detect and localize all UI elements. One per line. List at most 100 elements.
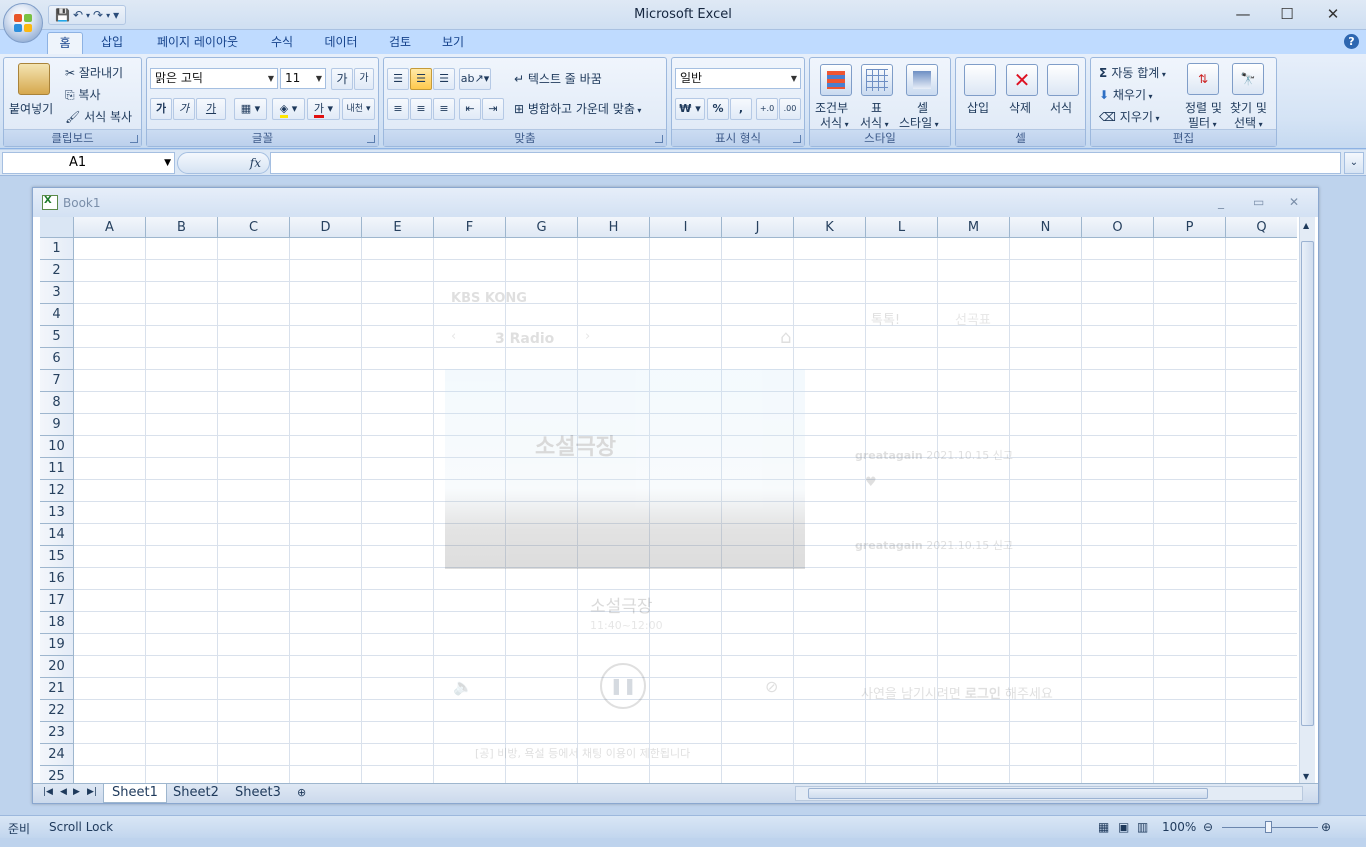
last-sheet-icon[interactable]: ▶|: [87, 787, 97, 797]
align-middle-button[interactable]: ☰: [410, 68, 432, 90]
tab-data[interactable]: 데이터: [316, 32, 366, 54]
scroll-down-icon[interactable]: ▼: [1303, 772, 1309, 781]
autosum-button[interactable]: Σ 자동 합계 ▾: [1099, 64, 1166, 81]
chevron-down-icon[interactable]: ▼: [164, 153, 171, 173]
column-header[interactable]: P: [1154, 217, 1226, 238]
vertical-scroll-thumb[interactable]: [1301, 241, 1314, 726]
row-header[interactable]: 9: [40, 414, 74, 436]
insert-sheet-icon[interactable]: ⊕: [289, 784, 314, 803]
number-format-select[interactable]: 일반 ▼: [675, 68, 801, 89]
paste-button[interactable]: 붙여넣기: [9, 100, 53, 117]
decrease-decimal-button[interactable]: .00: [779, 98, 801, 120]
paste-icon[interactable]: [18, 63, 50, 95]
column-header[interactable]: G: [506, 217, 578, 238]
row-header[interactable]: 15: [40, 546, 74, 568]
font-size-select[interactable]: 11 ▼: [280, 68, 326, 89]
scroll-up-icon[interactable]: ▲: [1303, 221, 1309, 230]
row-header[interactable]: 24: [40, 744, 74, 766]
zoom-slider-thumb[interactable]: [1265, 821, 1272, 833]
expand-formula-icon[interactable]: ⌄: [1344, 152, 1364, 174]
column-header[interactable]: H: [578, 217, 650, 238]
format-painter-button[interactable]: 🖌 서식 복사: [65, 108, 132, 125]
office-button[interactable]: [3, 3, 43, 43]
column-header[interactable]: F: [434, 217, 506, 238]
row-header[interactable]: 4: [40, 304, 74, 326]
sheet-tab-2[interactable]: Sheet2: [165, 784, 227, 803]
close-button[interactable]: ✕: [1310, 0, 1356, 28]
tab-home[interactable]: 홈: [47, 32, 83, 54]
alignment-launcher-icon[interactable]: [655, 135, 663, 143]
grow-font-button[interactable]: 가: [331, 68, 353, 90]
fill-color-button[interactable]: ◈ ▾: [272, 98, 305, 120]
column-header[interactable]: C: [218, 217, 290, 238]
column-header[interactable]: J: [722, 217, 794, 238]
workbook-minimize-button[interactable]: _: [1218, 195, 1224, 209]
column-header[interactable]: B: [146, 217, 218, 238]
row-header[interactable]: 5: [40, 326, 74, 348]
wrap-text-button[interactable]: ↵ 텍스트 줄 바꿈: [514, 70, 602, 87]
row-header[interactable]: 21: [40, 678, 74, 700]
italic-button[interactable]: 가: [173, 98, 195, 120]
decrease-indent-button[interactable]: ⇤: [459, 98, 481, 120]
font-name-select[interactable]: 맑은 고딕 ▼: [150, 68, 278, 89]
row-header[interactable]: 7: [40, 370, 74, 392]
percent-button[interactable]: %: [707, 98, 729, 120]
clipboard-launcher-icon[interactable]: [130, 135, 138, 143]
column-header[interactable]: K: [794, 217, 866, 238]
orientation-button[interactable]: ab↗▾: [459, 68, 491, 90]
cell-area[interactable]: [74, 238, 1297, 785]
row-header[interactable]: 18: [40, 612, 74, 634]
shrink-font-button[interactable]: 가: [354, 68, 374, 90]
zoom-level[interactable]: 100%: [1162, 820, 1196, 834]
row-header[interactable]: 11: [40, 458, 74, 480]
row-header[interactable]: 2: [40, 260, 74, 282]
row-header[interactable]: 19: [40, 634, 74, 656]
minimize-button[interactable]: —: [1220, 0, 1266, 28]
clear-button[interactable]: ⌫ 지우기 ▾: [1099, 108, 1159, 125]
bold-button[interactable]: 가: [150, 98, 172, 120]
column-header[interactable]: O: [1082, 217, 1154, 238]
row-header[interactable]: 3: [40, 282, 74, 304]
align-left-button[interactable]: ≡: [387, 98, 409, 120]
number-launcher-icon[interactable]: [793, 135, 801, 143]
row-header[interactable]: 13: [40, 502, 74, 524]
zoom-out-icon[interactable]: ⊖: [1203, 820, 1213, 834]
column-header[interactable]: N: [1010, 217, 1082, 238]
sheet-tab-3[interactable]: Sheet3: [227, 784, 289, 803]
column-header[interactable]: L: [866, 217, 938, 238]
column-header[interactable]: D: [290, 217, 362, 238]
tab-view[interactable]: 보기: [433, 32, 473, 54]
align-top-button[interactable]: ☰: [387, 68, 409, 90]
column-header[interactable]: Q: [1226, 217, 1297, 238]
tab-review[interactable]: 검토: [380, 32, 420, 54]
font-color-button[interactable]: 가 ▾: [307, 98, 340, 120]
underline-button[interactable]: 가: [196, 98, 226, 120]
border-button[interactable]: ▦ ▾: [234, 98, 267, 120]
prev-sheet-icon[interactable]: ◀: [60, 787, 67, 797]
insert-cells-button[interactable]: 삽입: [967, 99, 989, 116]
formula-input[interactable]: [270, 152, 1341, 174]
workbook-close-button[interactable]: ✕: [1289, 195, 1299, 209]
name-box[interactable]: A1 ▼: [2, 152, 175, 174]
row-header[interactable]: 20: [40, 656, 74, 678]
tab-insert[interactable]: 삽입: [92, 32, 132, 54]
column-header[interactable]: E: [362, 217, 434, 238]
horizontal-scrollbar[interactable]: [795, 786, 1303, 801]
row-header[interactable]: 22: [40, 700, 74, 722]
row-header[interactable]: 1: [40, 238, 74, 260]
merge-center-button[interactable]: ⊞ 병합하고 가운데 맞춤 ▾: [514, 100, 641, 117]
first-sheet-icon[interactable]: |◀: [43, 787, 53, 797]
sheet-tab-1[interactable]: Sheet1: [103, 784, 167, 803]
copy-button[interactable]: ⎘ 복사: [65, 86, 101, 103]
fill-button[interactable]: ⬇ 채우기 ▾: [1099, 86, 1153, 103]
help-icon[interactable]: ?: [1344, 34, 1359, 49]
delete-cells-button[interactable]: 삭제: [1009, 99, 1031, 116]
row-header[interactable]: 6: [40, 348, 74, 370]
row-header[interactable]: 12: [40, 480, 74, 502]
page-break-view-icon[interactable]: ▥: [1137, 820, 1148, 834]
format-cells-button[interactable]: 서식: [1050, 99, 1072, 116]
cut-button[interactable]: ✂ 잘라내기: [65, 64, 123, 81]
horizontal-scroll-thumb[interactable]: [808, 788, 1208, 799]
row-header[interactable]: 10: [40, 436, 74, 458]
row-header[interactable]: 14: [40, 524, 74, 546]
